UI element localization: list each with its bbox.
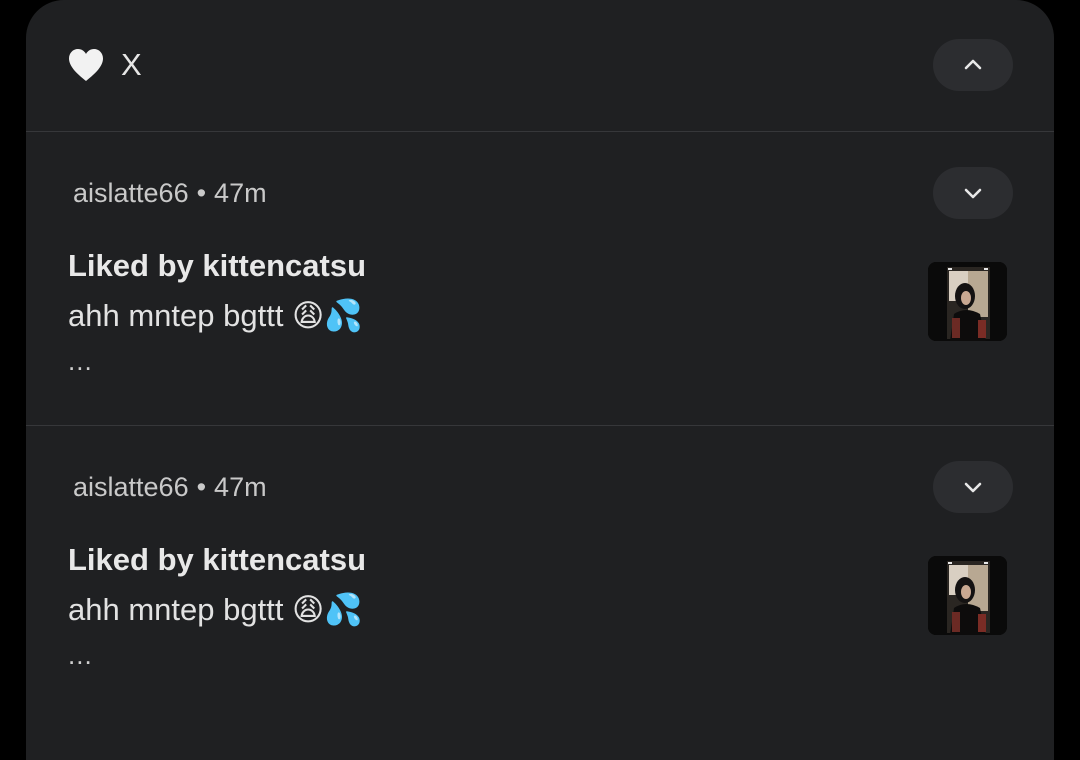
notification-title: Liked by kittencatsu — [68, 542, 367, 577]
notification-group-header[interactable]: X — [26, 0, 1054, 131]
collapse-button[interactable] — [933, 39, 1013, 91]
chevron-down-icon — [964, 482, 982, 493]
notification-body: ahh mntep bgttt 😩💦 — [68, 298, 363, 333]
notification-meta: aislatte66 • 47m — [73, 470, 267, 504]
timestamp: 47m — [214, 472, 267, 502]
notification-item[interactable]: aislatte66 • 47m Liked by kittencatsu ahh … — [26, 132, 1054, 425]
separator-dot: • — [196, 472, 207, 502]
app-name: X — [121, 47, 142, 82]
account-name: aislatte66 — [73, 472, 189, 502]
expand-button[interactable] — [933, 461, 1013, 513]
timestamp: 47m — [214, 178, 267, 208]
chevron-down-icon — [964, 188, 982, 199]
separator-dot: • — [196, 178, 207, 208]
more-ellipsis: ... — [68, 346, 93, 376]
heart-icon — [69, 49, 103, 81]
post-thumbnail[interactable] — [928, 556, 1007, 635]
notification-title: Liked by kittencatsu — [68, 248, 367, 283]
post-thumbnail[interactable] — [928, 262, 1007, 341]
more-ellipsis: ... — [68, 640, 93, 670]
account-name: aislatte66 — [73, 178, 189, 208]
notification-meta: aislatte66 • 47m — [73, 176, 267, 210]
expand-button[interactable] — [933, 167, 1013, 219]
notification-body: ahh mntep bgttt 😩💦 — [68, 592, 363, 627]
notification-item[interactable]: aislatte66 • 47m Liked by kittencatsu ahh … — [26, 426, 1054, 719]
notification-group-panel[interactable]: X aislatte66 • 47m Liked by kittencatsu ah… — [26, 0, 1054, 760]
chevron-up-icon — [964, 59, 982, 70]
